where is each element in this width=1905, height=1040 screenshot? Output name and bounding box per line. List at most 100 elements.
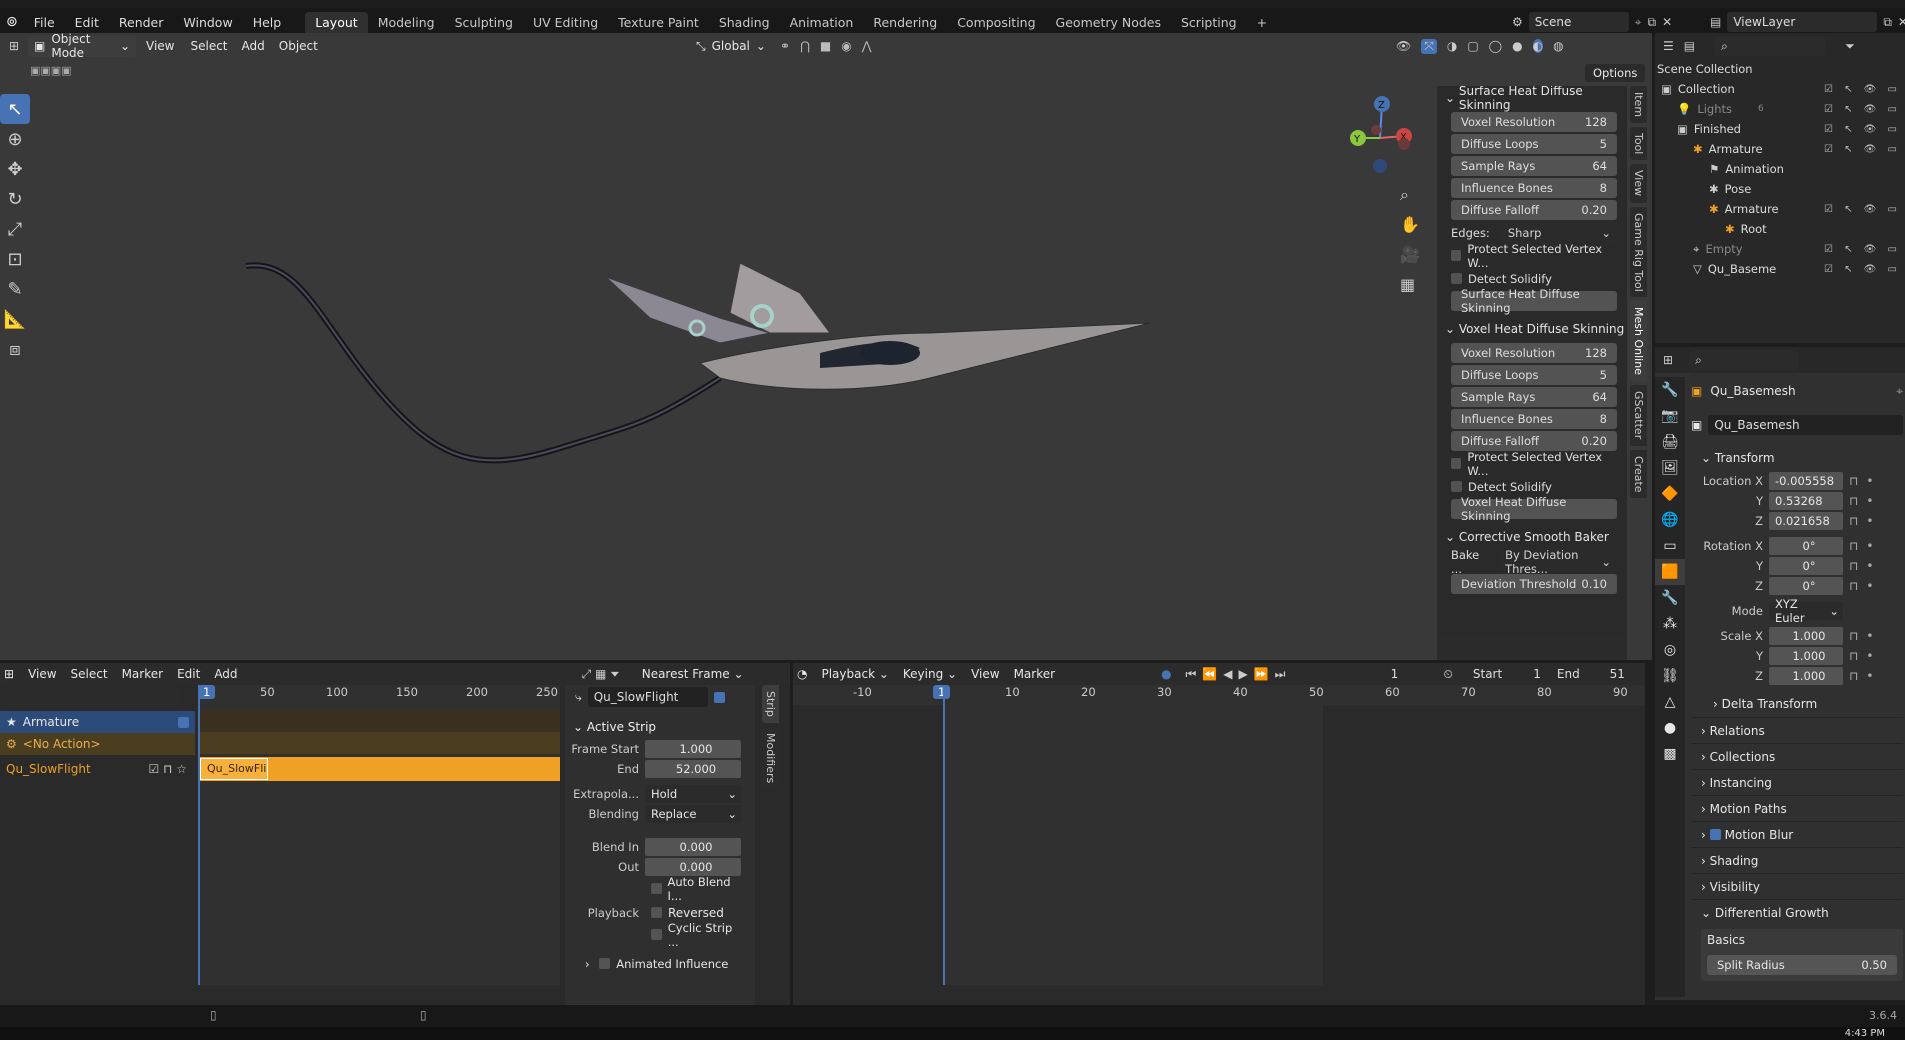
tab-scripting[interactable]: Scripting <box>1171 12 1247 33</box>
tab-shading[interactable]: Shading <box>709 12 780 33</box>
lock-icon[interactable]: ⊓ <box>1849 539 1858 553</box>
ortho-grid-icon[interactable]: ▦ <box>1400 270 1420 300</box>
outliner-lights-row[interactable]: 💡 Lights 6 ☑ ↖ 👁 ▭ <box>1655 99 1905 119</box>
snap-dropdown[interactable]: Nearest Frame ⌄ <box>642 667 744 681</box>
lock-icon[interactable]: ⊓ <box>1849 669 1858 683</box>
pin-icon[interactable]: ⌖ <box>1635 15 1642 30</box>
viewport-menu-add[interactable]: Add <box>234 39 273 53</box>
nla-menu-edit[interactable]: Edit <box>177 667 200 681</box>
scale-tool-icon[interactable]: ⤢ <box>0 214 30 244</box>
voxel-protect-checkbox[interactable]: Protect Selected Vertex W... <box>1451 450 1617 478</box>
visibility-toggles-icon[interactable]: ☑ ↖ 👁 ▭ <box>1824 144 1901 155</box>
relations-section[interactable]: › Relations <box>1691 717 1903 743</box>
new-viewlayer-icon[interactable]: ⧉ <box>1883 15 1892 30</box>
voxel-diffuse-falloff[interactable]: Diffuse Falloff 0.20 <box>1451 431 1617 451</box>
rendered-shading-icon[interactable]: ◍ <box>1553 39 1563 53</box>
strip-name-field[interactable]: Qu_SlowFlight <box>587 687 708 707</box>
playback-controls[interactable]: ⏮⏪◀▶⏩⏭ <box>1186 667 1292 682</box>
track-controls-icon[interactable]: ☑ ⊓ ☆ <box>148 762 187 776</box>
zoom-icon[interactable]: ⌕ <box>1400 180 1420 210</box>
corrective-smooth-header[interactable]: ⌄ Corrective Smooth Baker <box>1437 525 1627 549</box>
blending-dropdown[interactable]: Replace ⌄ <box>645 804 741 823</box>
instancing-section[interactable]: › Instancing <box>1691 769 1903 795</box>
filter-icon[interactable]: ⏷ <box>1845 39 1855 54</box>
visibility-toggles-icon[interactable]: ☑ ↖ 👁 ▭ <box>1824 84 1901 95</box>
wireframe-shading-icon[interactable]: ◯ <box>1489 39 1502 53</box>
delta-transform-section[interactable]: › Delta Transform <box>1691 691 1903 717</box>
output-tab-icon[interactable]: 🖨 <box>1655 429 1685 455</box>
surface-sample-rays[interactable]: Sample Rays 64 <box>1451 156 1617 176</box>
tab-item[interactable]: Item <box>1630 86 1647 124</box>
location-x-input[interactable]: -0.005558 <box>1769 471 1843 490</box>
tab-modeling[interactable]: Modeling <box>368 12 445 33</box>
voxel-influence-bones[interactable]: Influence Bones 8 <box>1451 409 1617 429</box>
annotate-tool-icon[interactable]: ✎ <box>0 274 30 304</box>
differential-growth-section[interactable]: ⌄ Differential Growth <box>1691 899 1903 925</box>
lock-icon[interactable]: ⊓ <box>1849 474 1858 488</box>
shading-section[interactable]: › Shading <box>1691 847 1903 873</box>
tab-sculpting[interactable]: Sculpting <box>445 12 523 33</box>
nla-menu-add[interactable]: Add <box>214 667 237 681</box>
lock-icon[interactable]: ⊓ <box>1849 514 1858 528</box>
outliner-empty-row[interactable]: ⌖ Empty ☑ ↖ 👁 ▭ <box>1655 239 1905 259</box>
outliner-pose-row[interactable]: ✱ Pose <box>1655 179 1905 199</box>
scene-tab-icon[interactable]: 🔶 <box>1655 481 1685 507</box>
rotation-z-input[interactable]: 0° <box>1769 576 1843 595</box>
properties-editor-icon[interactable]: ⊞ <box>1663 353 1673 367</box>
texture-tab-icon[interactable]: ▩ <box>1655 741 1685 767</box>
overlays-icon[interactable]: ◑ <box>1447 39 1457 53</box>
keyframe-dot-icon[interactable]: • <box>1866 669 1873 683</box>
snap-target-icon[interactable]: ■ <box>820 39 831 53</box>
blender-logo-icon[interactable]: ⊚ <box>0 14 24 30</box>
mode-dropdown[interactable]: ▣ Object Mode ⌄ <box>28 32 136 60</box>
select-tool-icon[interactable]: ↖ <box>0 94 30 124</box>
scene-field[interactable]: Scene <box>1528 12 1629 32</box>
outliner-finished-row[interactable]: ▣ Finished ☑ ↖ 👁 ▭ <box>1655 119 1905 139</box>
collection-tab-icon[interactable]: ▭ <box>1655 533 1685 559</box>
surface-solidify-checkbox[interactable]: Detect Solidify <box>1451 268 1617 289</box>
visibility-toggles-icon[interactable]: ☑ ↖ 👁 ▭ <box>1824 124 1901 135</box>
collections-section[interactable]: › Collections <box>1691 743 1903 769</box>
menu-file[interactable]: File <box>24 15 65 30</box>
tab-animation[interactable]: Animation <box>780 12 864 33</box>
bake-dropdown[interactable]: By Deviation Thres... ⌄ <box>1499 548 1617 576</box>
channel-search-input[interactable] <box>0 687 180 707</box>
magnet-icon[interactable]: ⋂ <box>800 39 810 53</box>
rotation-x-input[interactable]: 0° <box>1769 536 1843 555</box>
lock-icon[interactable]: ⊓ <box>1849 579 1858 593</box>
snap-icons[interactable]: ⤢ ▦ ⏷ <box>582 667 620 682</box>
tab-layout[interactable]: Layout <box>305 11 368 33</box>
tab-rendering[interactable]: Rendering <box>863 12 947 33</box>
keyframe-dot-icon[interactable]: • <box>1866 559 1873 573</box>
render-tab-icon[interactable]: 📷 <box>1655 403 1685 429</box>
voxel-heat-header[interactable]: ⌄ Voxel Heat Diffuse Skinning <box>1437 317 1627 341</box>
tab-geometry-nodes[interactable]: Geometry Nodes <box>1046 12 1171 33</box>
deviation-threshold-field[interactable]: Deviation Threshold 0.10 <box>1451 574 1617 594</box>
display-mode-icon[interactable]: ▤ <box>1684 39 1695 53</box>
tab-compositing[interactable]: Compositing <box>947 12 1045 33</box>
auto-blend-checkbox[interactable]: Auto Blend I... <box>651 875 745 903</box>
tab-game-rig-tool[interactable]: Game Rig Tool <box>1630 206 1647 298</box>
tab-uv-editing[interactable]: UV Editing <box>523 12 608 33</box>
edges-dropdown[interactable]: Sharp ⌄ <box>1501 222 1617 243</box>
menu-window[interactable]: Window <box>173 15 242 30</box>
timeline-editor-icon[interactable]: ◔ <box>797 667 807 681</box>
pin-icon[interactable]: ⌖ <box>1896 384 1903 399</box>
orientation-dropdown[interactable]: ⤡ Global ⌄ <box>696 39 766 54</box>
frame-start-input[interactable]: 1.000 <box>645 739 741 758</box>
keyframe-dot-icon[interactable]: • <box>1866 494 1873 508</box>
checkbox-icon[interactable] <box>713 691 725 703</box>
pan-hand-icon[interactable]: ✋ <box>1400 210 1420 240</box>
motion-blur-section[interactable]: › Motion Blur <box>1691 821 1903 847</box>
record-icon[interactable]: ● <box>1161 667 1171 681</box>
data-name-field[interactable]: Qu_Basemesh <box>1708 415 1903 435</box>
scale-z-input[interactable]: 1.000 <box>1769 666 1843 685</box>
material-tab-icon[interactable]: ● <box>1655 715 1685 741</box>
checkbox-icon[interactable] <box>1709 829 1721 840</box>
outliner-animation-row[interactable]: ⚑ Animation <box>1655 159 1905 179</box>
nla-playhead-label[interactable]: 1 <box>198 685 216 699</box>
outliner-editor-icon[interactable]: ☰ <box>1663 39 1674 53</box>
nla-menu-view[interactable]: View <box>28 667 56 681</box>
visibility-toggles-icon[interactable]: ☑ ↖ 👁 ▭ <box>1824 104 1901 115</box>
armature-track[interactable]: ★ Armature <box>0 711 195 733</box>
